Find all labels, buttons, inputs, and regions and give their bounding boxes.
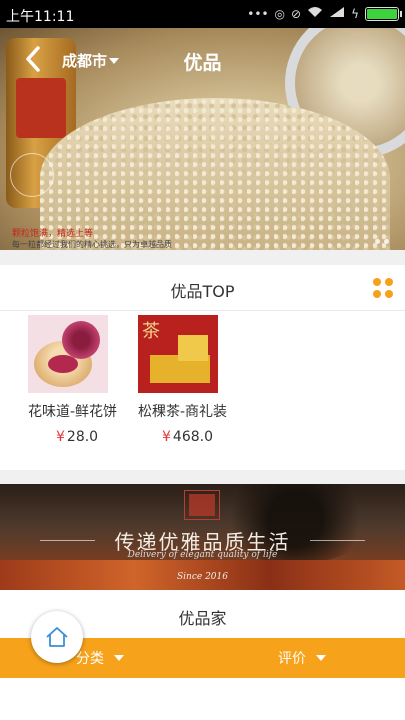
tea-image-char: 茶 bbox=[142, 321, 160, 342]
currency-symbol: ¥ bbox=[162, 429, 171, 445]
dropdown-arrow-icon bbox=[316, 655, 326, 661]
filter-category[interactable]: 分类 bbox=[76, 648, 124, 668]
seal-logo bbox=[184, 490, 220, 520]
product-image bbox=[28, 315, 108, 393]
battery-icon bbox=[365, 6, 402, 21]
brand-banner[interactable]: 传递优雅品质生活 Delivery of elegant quality of … bbox=[0, 484, 405, 590]
more-icon: ••• bbox=[247, 6, 269, 21]
top-section-title: 优品TOP bbox=[170, 282, 235, 301]
currency-symbol: ¥ bbox=[56, 429, 65, 445]
status-time: 上午11:11 bbox=[6, 9, 75, 25]
status-bar: 上午11:11 ••• ◎ ⊘ ϟ bbox=[0, 0, 405, 28]
divider bbox=[0, 470, 405, 484]
battery-fill bbox=[367, 8, 397, 19]
price-value: 28.0 bbox=[66, 429, 99, 445]
product-price: ¥468.0 bbox=[110, 429, 220, 445]
filter-rating[interactable]: 评价 bbox=[278, 648, 326, 668]
product-card[interactable]: 茶 松稞茶-商礼装 ¥468.0 bbox=[110, 315, 228, 445]
filter-rating-label: 评价 bbox=[278, 651, 306, 667]
product-name: 花味道-鲜花饼 bbox=[28, 404, 118, 420]
dropdown-arrow-icon bbox=[114, 655, 124, 661]
hero-ring-decoration bbox=[10, 153, 54, 197]
wifi-icon bbox=[307, 5, 323, 22]
carousel-dot[interactable] bbox=[384, 239, 389, 244]
carousel-dot[interactable] bbox=[375, 239, 380, 244]
product-name: 松稞茶-商礼装 bbox=[138, 404, 228, 420]
home-icon bbox=[46, 627, 68, 647]
product-card[interactable]: 花味道-鲜花饼 ¥28.0 bbox=[0, 315, 118, 445]
hotspot-icon: ◎ bbox=[274, 6, 286, 21]
top-section-header: 优品TOP bbox=[0, 265, 405, 311]
product-image: 茶 bbox=[138, 315, 218, 393]
divider bbox=[0, 250, 405, 265]
price-value: 468.0 bbox=[172, 429, 214, 445]
filter-category-label: 分类 bbox=[76, 651, 104, 667]
banner-since: Since 2016 bbox=[177, 572, 228, 582]
hero-caption-detail: 每一粒都经过我们的精心挑选，只为卓越品质 bbox=[12, 240, 172, 249]
banner-subtitle: Delivery of elegant quality of life bbox=[127, 550, 278, 560]
grid-view-icon[interactable] bbox=[373, 278, 393, 298]
home-button[interactable] bbox=[31, 611, 83, 663]
hero-caption: 颗粒饱满，精选上等 每一粒都经过我们的精心挑选，只为卓越品质 bbox=[12, 226, 172, 250]
hero-caption-highlight: 颗粒饱满，精选上等 bbox=[12, 229, 94, 239]
signal-icon bbox=[329, 6, 345, 22]
mute-icon: ⊘ bbox=[291, 6, 302, 21]
status-icons: ••• ◎ ⊘ ϟ bbox=[247, 5, 402, 22]
carousel-dots bbox=[375, 239, 389, 244]
page-title: 优品 bbox=[183, 52, 222, 74]
charging-icon: ϟ bbox=[351, 6, 359, 21]
product-price: ¥28.0 bbox=[0, 429, 110, 445]
